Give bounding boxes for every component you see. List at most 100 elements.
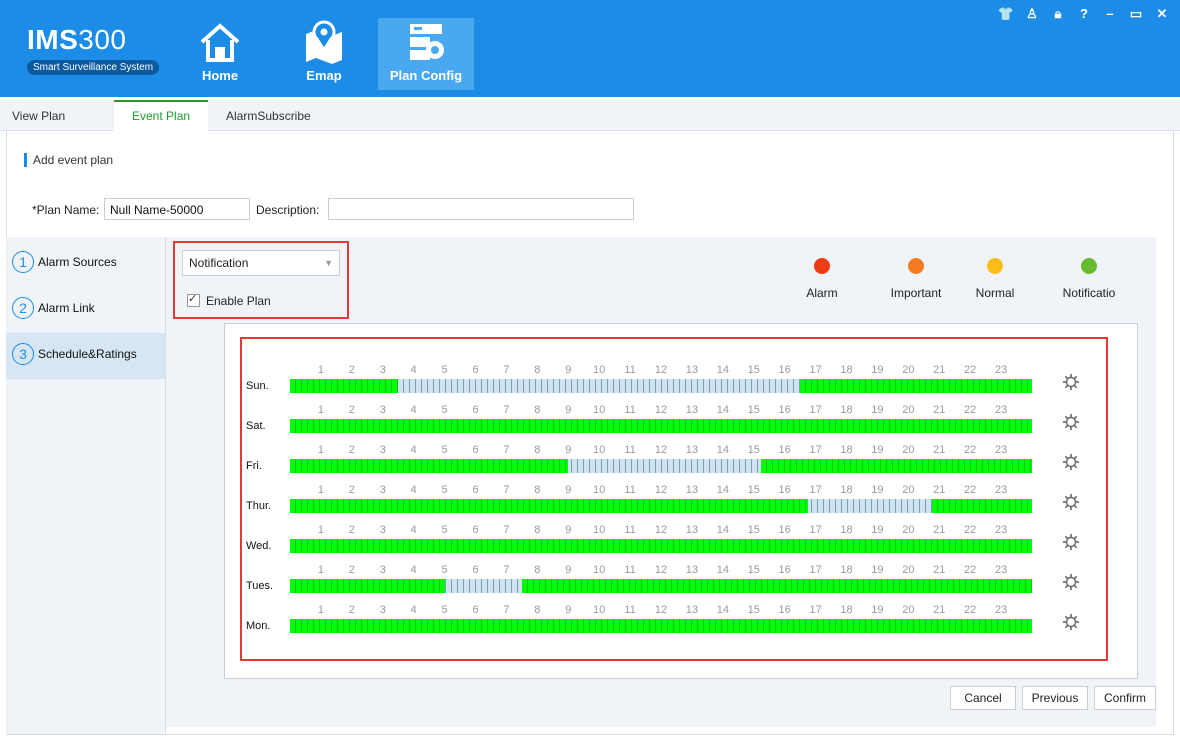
- hour-tick-label: 2: [348, 404, 355, 416]
- hour-tick-label: 2: [348, 604, 355, 616]
- active-segment[interactable]: [800, 379, 1032, 393]
- legend-label: Notificatio: [1062, 286, 1116, 300]
- hour-tick-label: 19: [871, 524, 884, 536]
- user-icon[interactable]: ♙: [1022, 6, 1042, 22]
- lock-icon[interactable]: 🔒︎: [1048, 6, 1068, 22]
- enable-plan-checkbox[interactable]: Enable Plan: [187, 292, 271, 308]
- hour-tick-label: 19: [871, 484, 884, 496]
- schedule-bar[interactable]: [290, 579, 1032, 593]
- hour-tick-label: 21: [933, 444, 946, 456]
- hour-tick-label: 1: [317, 364, 324, 376]
- schedule-bar[interactable]: [290, 619, 1032, 633]
- nav-home[interactable]: Home: [172, 18, 268, 90]
- active-segment[interactable]: [521, 579, 1032, 593]
- hour-tick-label: 18: [840, 564, 853, 576]
- hour-tick-label: 5: [441, 524, 448, 536]
- cancel-button[interactable]: Cancel: [950, 686, 1016, 710]
- confirm-button[interactable]: Confirm: [1094, 686, 1156, 710]
- day-label: Tues.: [246, 580, 274, 592]
- hour-tick-label: 15: [747, 484, 760, 496]
- hour-tick-label: 17: [809, 604, 822, 616]
- nav-plan-config-label: Plan Config: [389, 68, 463, 83]
- hour-tick-label: 8: [534, 564, 541, 576]
- hour-tick-label: 23: [994, 484, 1008, 496]
- active-segment[interactable]: [290, 379, 399, 393]
- step-schedule-ratings[interactable]: 3 Schedule&Ratings: [6, 333, 165, 379]
- tab-bar: View Plan Event Plan AlarmSubscribe: [0, 100, 1180, 132]
- active-segment[interactable]: [290, 539, 1032, 553]
- hour-tick-label: 16: [778, 404, 791, 416]
- hour-tick-label: 3: [379, 364, 386, 376]
- gear-icon[interactable]: [1062, 373, 1080, 394]
- active-segment[interactable]: [931, 499, 1032, 513]
- hour-tick-label: 15: [747, 404, 760, 416]
- nav-plan-config[interactable]: Plan Config: [378, 18, 474, 90]
- active-segment[interactable]: [290, 579, 445, 593]
- hour-tick-label: 5: [441, 564, 448, 576]
- hour-tick-label: 20: [902, 524, 915, 536]
- minimize-icon[interactable]: –: [1100, 6, 1120, 21]
- hour-tick-label: 10: [593, 364, 606, 376]
- gear-icon[interactable]: [1062, 573, 1080, 594]
- hour-tick-label: 18: [840, 404, 853, 416]
- schedule-bar[interactable]: [290, 459, 1032, 473]
- hour-tick-label: 9: [565, 404, 572, 416]
- hour-tick-label: 17: [809, 564, 822, 576]
- hour-tick-label: 1: [317, 484, 324, 496]
- hour-tick-label: 22: [964, 444, 977, 456]
- step-alarm-link[interactable]: 2 Alarm Link: [6, 287, 165, 331]
- schedule-bar[interactable]: [290, 419, 1032, 433]
- schedule-bar[interactable]: [290, 379, 1032, 393]
- checkbox-icon: [187, 292, 200, 307]
- gear-icon[interactable]: [1062, 493, 1080, 514]
- hour-tick-label: 14: [716, 604, 729, 616]
- help-icon[interactable]: ?: [1074, 6, 1094, 21]
- schedule-bar[interactable]: [290, 499, 1032, 513]
- logo-number: 300: [78, 24, 127, 55]
- active-segment[interactable]: [761, 459, 1032, 473]
- hour-tick-label: 16: [778, 524, 791, 536]
- tab-event-plan[interactable]: Event Plan: [114, 100, 209, 132]
- hour-tick-label: 18: [840, 604, 853, 616]
- map-icon: [306, 20, 342, 64]
- gear-icon[interactable]: [1062, 613, 1080, 634]
- gear-icon[interactable]: [1062, 453, 1080, 474]
- plan-name-input[interactable]: Null Name-50000: [104, 198, 250, 220]
- schedule-bar[interactable]: [290, 539, 1032, 553]
- close-icon[interactable]: ✕: [1152, 6, 1172, 22]
- gear-icon[interactable]: [1062, 533, 1080, 554]
- description-input[interactable]: [328, 198, 634, 220]
- hour-tick-label: 4: [410, 444, 417, 456]
- nav-emap[interactable]: Emap: [276, 18, 372, 90]
- hour-tick-label: 12: [654, 564, 668, 576]
- hour-tick-label: 14: [716, 444, 729, 456]
- hour-tick-label: 14: [716, 484, 729, 496]
- active-segment[interactable]: [290, 499, 808, 513]
- step-alarm-sources[interactable]: 1 Alarm Sources: [6, 241, 165, 285]
- hour-tick-label: 16: [778, 604, 791, 616]
- hour-tick-label: 9: [565, 604, 572, 616]
- hour-tick-label: 20: [902, 604, 915, 616]
- hour-tick-label: 12: [654, 444, 668, 456]
- active-segment[interactable]: [290, 619, 1032, 633]
- hour-tick-label: 13: [685, 564, 699, 576]
- hour-tick-label: 1: [317, 404, 324, 416]
- hour-tick-label: 23: [994, 364, 1008, 376]
- tab-view-plan[interactable]: View Plan: [12, 100, 65, 130]
- hour-tick-label: 12: [654, 364, 668, 376]
- shirt-icon[interactable]: 👕: [996, 6, 1016, 22]
- hour-tick-label: 23: [994, 404, 1008, 416]
- active-segment[interactable]: [290, 419, 1032, 433]
- active-segment[interactable]: [290, 459, 569, 473]
- tab-alarm-subscribe[interactable]: AlarmSubscribe: [208, 100, 329, 130]
- app-logo: IMS300 Smart Surveillance System: [27, 24, 160, 75]
- enable-plan-label: Enable Plan: [206, 294, 271, 308]
- legend-dot: [1081, 258, 1097, 274]
- level-select[interactable]: Notification ▼: [182, 250, 340, 276]
- hour-tick-label: 6: [472, 524, 479, 536]
- step-label: Schedule&Ratings: [38, 347, 137, 361]
- gear-icon[interactable]: [1062, 413, 1080, 434]
- previous-button[interactable]: Previous: [1022, 686, 1088, 710]
- maximize-icon[interactable]: ▭: [1126, 6, 1146, 22]
- legend-normal: Normal: [964, 258, 1026, 300]
